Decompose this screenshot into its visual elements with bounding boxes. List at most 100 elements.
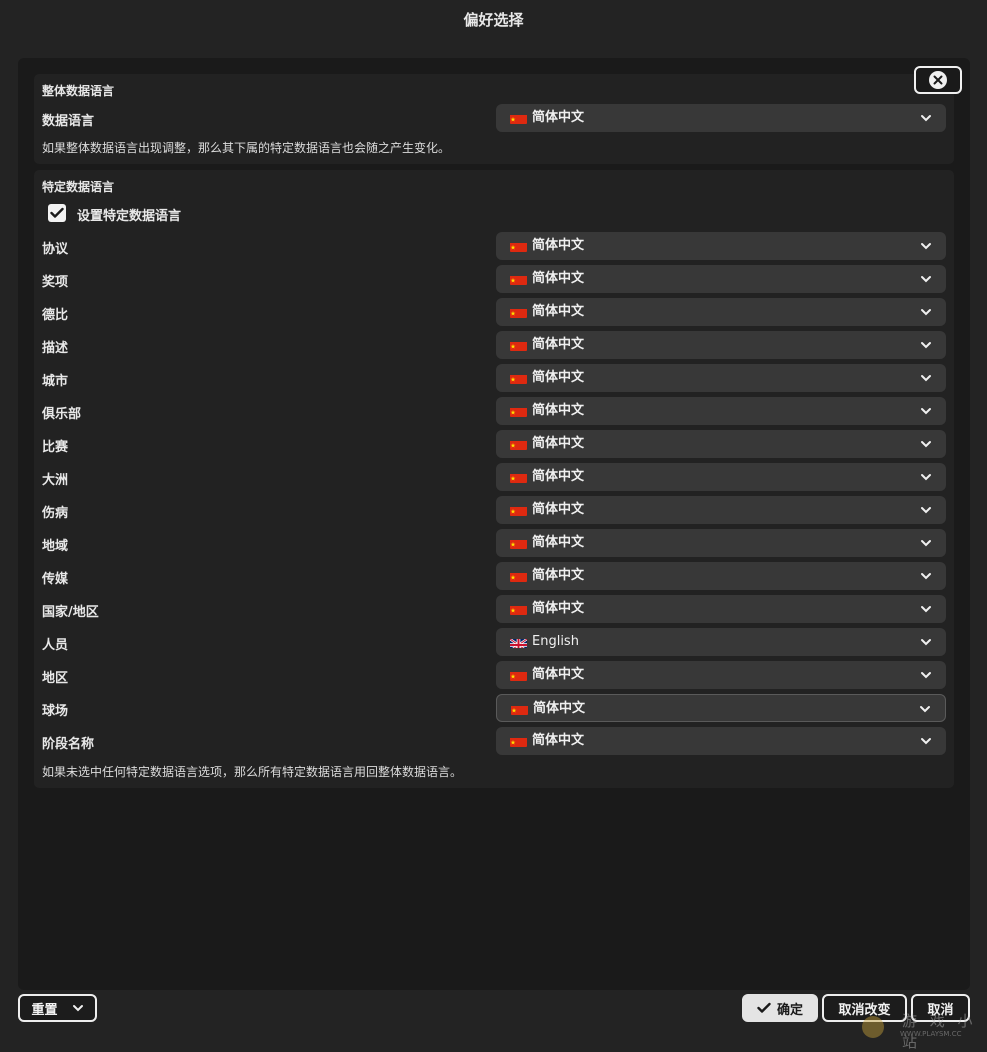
- specific-row-value: 简体中文: [532, 436, 585, 451]
- specific-row-value: 简体中文: [532, 667, 585, 682]
- chevron-down-icon: [921, 738, 931, 745]
- chevron-down-icon: [72, 1005, 83, 1012]
- cn-flag-icon: [510, 603, 527, 615]
- chevron-down-icon: [921, 276, 931, 283]
- ok-label: 确定: [776, 1002, 803, 1018]
- general-note: 如果整体数据语言出现调整，那么其下属的特定数据语言也会随之产生变化。: [42, 141, 451, 155]
- specific-row-label: 城市: [42, 374, 69, 389]
- chevron-down-icon: [920, 706, 930, 713]
- uk-flag-icon: [510, 636, 527, 648]
- specific-row-value: 简体中文: [532, 502, 585, 517]
- specific-row-select[interactable]: 简体中文: [496, 496, 946, 524]
- reset-dropdown-button[interactable]: 重置: [18, 994, 97, 1022]
- specific-row-value: 简体中文: [532, 733, 585, 748]
- specific-row-label: 阶段名称: [42, 737, 95, 752]
- specific-row-label: 比赛: [42, 440, 69, 455]
- chevron-down-icon: [921, 606, 931, 613]
- watermark: 游 戏 小 站 WWW.PLAYSM.CC: [858, 1010, 978, 1051]
- specific-row-label: 德比: [42, 308, 69, 323]
- specific-row-label: 地域: [42, 539, 69, 554]
- window-title: 偏好选择: [463, 11, 524, 29]
- cn-flag-icon: [510, 537, 527, 549]
- specific-row-label: 国家/地区: [42, 605, 99, 620]
- specific-row-select[interactable]: 简体中文: [496, 430, 946, 458]
- specific-row-label: 大洲: [42, 473, 69, 488]
- chevron-down-icon: [921, 243, 931, 250]
- cn-flag-icon: [510, 306, 527, 318]
- check-icon: [757, 1002, 771, 1013]
- cn-flag-icon: [510, 405, 527, 417]
- cn-flag-icon: [510, 570, 527, 582]
- specific-row-select[interactable]: 简体中文: [496, 463, 946, 491]
- cn-flag-icon: [510, 471, 527, 483]
- specific-row-select[interactable]: 简体中文: [496, 595, 946, 623]
- specific-row-label: 传媒: [42, 572, 69, 587]
- specific-row-value: 简体中文: [532, 535, 585, 550]
- specific-row-select[interactable]: 简体中文: [496, 661, 946, 689]
- watermark-url: WWW.PLAYSM.CC: [900, 1030, 962, 1038]
- cn-flag-icon: [510, 240, 527, 252]
- specific-row-label: 奖项: [42, 275, 69, 290]
- chevron-down-icon: [921, 573, 931, 580]
- data-language-label: 数据语言: [42, 114, 95, 129]
- specific-row-select[interactable]: 简体中文: [496, 694, 946, 722]
- specific-row-select[interactable]: 简体中文: [496, 232, 946, 260]
- cn-flag-icon: [510, 372, 527, 384]
- specific-row-select[interactable]: 简体中文: [496, 331, 946, 359]
- specific-row-value: English: [532, 634, 579, 649]
- ok-button[interactable]: 确定: [742, 994, 818, 1022]
- chevron-down-icon: [921, 441, 931, 448]
- chevron-down-icon: [921, 672, 931, 679]
- cn-flag-icon: [510, 112, 527, 124]
- close-icon: [929, 71, 947, 89]
- specific-section-title: 特定数据语言: [42, 180, 115, 194]
- chevron-down-icon: [921, 342, 931, 349]
- specific-language-checkbox[interactable]: [48, 204, 66, 222]
- specific-row-value: 简体中文: [532, 469, 585, 484]
- data-language-select[interactable]: 简体中文: [496, 104, 946, 132]
- cn-flag-icon: [510, 669, 527, 681]
- specific-row-label: 地区: [42, 671, 69, 686]
- cn-flag-icon: [510, 735, 527, 747]
- specific-language-checkbox-label: 设置特定数据语言: [77, 209, 182, 224]
- data-language-value: 简体中文: [532, 110, 585, 125]
- cn-flag-icon: [510, 339, 527, 351]
- specific-row-select[interactable]: 简体中文: [496, 562, 946, 590]
- specific-row-label: 人员: [42, 638, 69, 653]
- specific-row-value: 简体中文: [532, 304, 585, 319]
- cn-flag-icon: [510, 273, 527, 285]
- specific-row-value: 简体中文: [532, 370, 585, 385]
- specific-row-value: 简体中文: [532, 238, 585, 253]
- cn-flag-icon: [511, 703, 528, 715]
- specific-row-value: 简体中文: [532, 568, 585, 583]
- check-icon: [50, 207, 64, 218]
- specific-row-label: 描述: [42, 341, 69, 356]
- cn-flag-icon: [510, 504, 527, 516]
- watermark-logo-icon: [862, 1016, 884, 1038]
- specific-row-select[interactable]: 简体中文: [496, 265, 946, 293]
- specific-row-select[interactable]: 简体中文: [496, 727, 946, 755]
- specific-row-label: 球场: [42, 704, 69, 719]
- close-button[interactable]: [914, 66, 962, 94]
- specific-row-select[interactable]: 简体中文: [496, 298, 946, 326]
- general-section-title: 整体数据语言: [42, 84, 115, 98]
- chevron-down-icon: [921, 540, 931, 547]
- specific-row-value: 简体中文: [532, 601, 585, 616]
- chevron-down-icon: [921, 375, 931, 382]
- chevron-down-icon: [921, 474, 931, 481]
- specific-row-label: 协议: [42, 242, 69, 257]
- chevron-down-icon: [921, 507, 931, 514]
- specific-row-value: 简体中文: [532, 337, 585, 352]
- reset-label: 重置: [31, 1002, 58, 1018]
- cn-flag-icon: [510, 438, 527, 450]
- specific-row-value: 简体中文: [532, 271, 585, 286]
- specific-note: 如果未选中任何特定数据语言选项，那么所有特定数据语言用回整体数据语言。: [42, 765, 463, 779]
- chevron-down-icon: [921, 115, 931, 122]
- specific-row-value: 简体中文: [533, 701, 586, 716]
- specific-row-value: 简体中文: [532, 403, 585, 418]
- specific-row-select[interactable]: 简体中文: [496, 397, 946, 425]
- specific-row-label: 俱乐部: [42, 407, 82, 422]
- specific-row-select[interactable]: 简体中文: [496, 364, 946, 392]
- specific-row-select[interactable]: 简体中文: [496, 529, 946, 557]
- specific-row-select[interactable]: English: [496, 628, 946, 656]
